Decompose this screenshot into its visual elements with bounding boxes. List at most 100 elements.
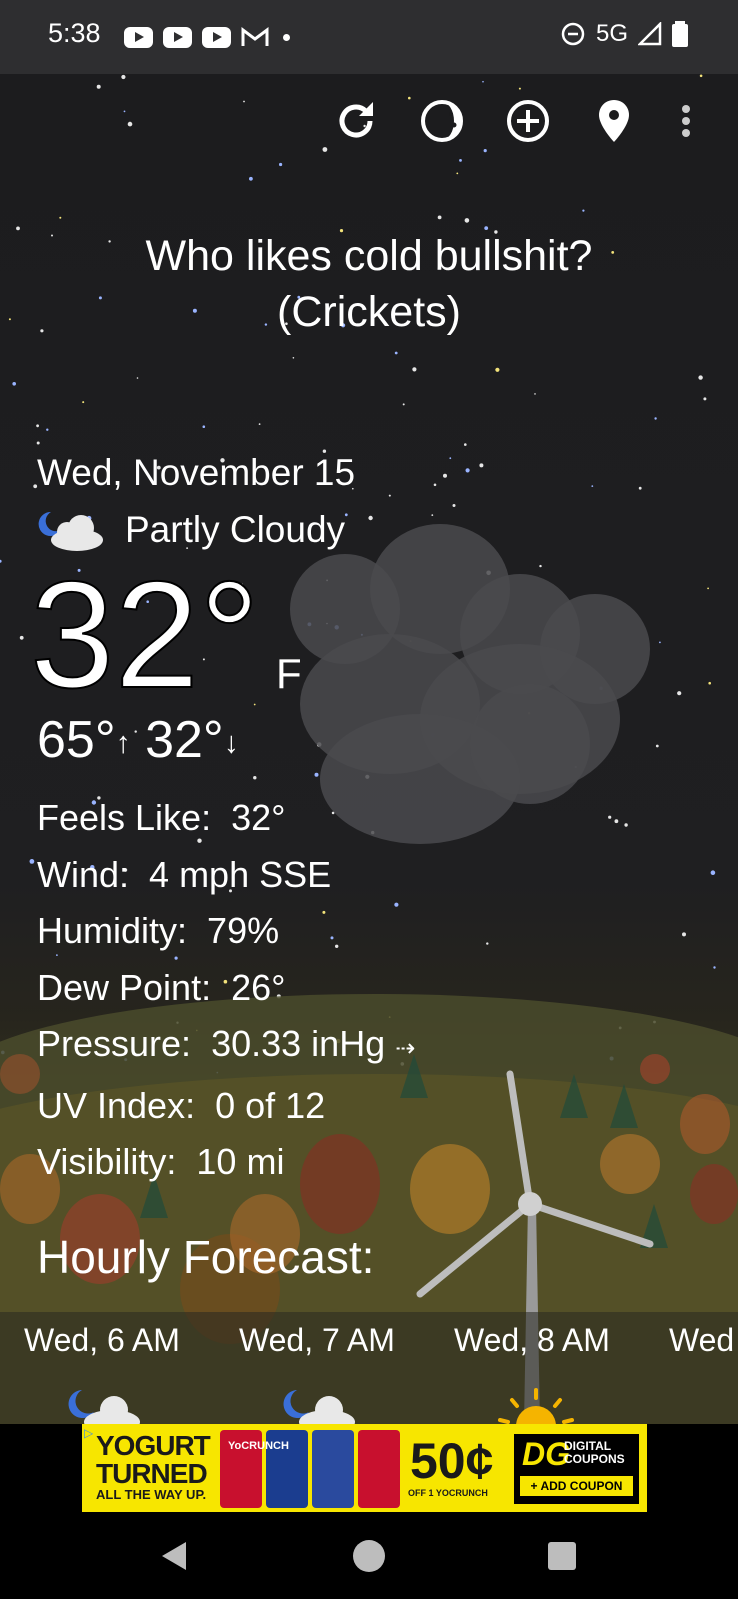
star [659,641,661,644]
current-temperature: 32° [29,550,261,720]
notification-icons [124,26,290,48]
star [452,504,456,507]
battery-icon [672,21,688,47]
star [465,468,470,473]
current-condition: Partly Cloudy [37,508,345,552]
ad-headline: YOGURT TURNED ALL THE WAY UP. [96,1430,211,1502]
star [36,441,40,445]
hourly-item[interactable]: Wed [669,1322,734,1359]
signal-icon [638,22,662,46]
star [121,74,126,80]
youtube-icon [163,26,192,48]
night-partly-cloudy-icon [283,1390,355,1424]
add-location-button[interactable] [502,95,554,147]
star [82,401,85,404]
star [59,216,62,219]
star [703,397,707,401]
ad-brand-sub: DIGITAL COUPONS [564,1439,625,1466]
star [713,966,716,969]
star [292,357,295,359]
star [123,110,126,113]
star [495,367,500,372]
back-icon[interactable] [158,1539,192,1573]
status-time: 5:38 [48,18,101,48]
star [36,424,39,428]
star [479,463,484,468]
quote-line-1: Who likes cold bullshit? [145,232,593,280]
star [486,942,489,945]
ad-creative[interactable]: ▷ YOGURT TURNED ALL THE WAY UP. YoCRUNCH… [82,1424,647,1512]
recents-icon[interactable] [547,1541,577,1571]
weather-details: Feels Like: 32° Wind: 4 mph SSE Humidity… [37,790,415,1191]
star [431,514,434,516]
hourly-item[interactable]: Wed, 7 AM [239,1322,395,1424]
current-date: Wed, November 15 [37,452,356,493]
night-partly-cloudy-icon [38,511,103,551]
low-temp: 32° [145,711,224,769]
moon-phase-button[interactable] [416,95,468,147]
moon-phase-icon [421,100,463,142]
star [482,80,484,83]
star [582,209,585,212]
star [368,515,373,521]
star [127,121,133,127]
ad-product-label: YoCRUNCH [228,1440,289,1452]
more-vert-icon [682,105,690,137]
detail-uv-index: UV Index: 0 of 12 [37,1084,326,1126]
detail-feels-like: Feels Like: 32° [37,797,286,838]
star [344,513,348,517]
refresh-button[interactable] [330,95,382,147]
star [449,457,452,460]
star [279,162,283,167]
youtube-icon [124,26,153,48]
status-bar: 5:38 5G [0,0,738,74]
home-icon[interactable] [352,1539,386,1573]
star [249,176,253,181]
star [402,403,405,406]
navigation-bar [0,1513,738,1599]
detail-humidity: Humidity: 79% [37,910,280,951]
star [96,84,101,89]
quote-line-2: (Crickets) [277,288,461,336]
more-options-button[interactable] [674,95,698,147]
refresh-icon [339,102,373,138]
star [12,382,16,386]
location-pin-icon [599,100,629,142]
hourly-forecast-strip[interactable]: Wed, 6 AM Wed, 7 AM Wed, 8 AM Wed [0,1312,738,1424]
arrow-up-icon: ↑ [115,726,131,760]
star [654,417,657,420]
star [699,74,703,78]
star [456,172,459,175]
star [253,776,257,780]
condition-text: Partly Cloudy [125,509,346,550]
star [534,393,536,395]
sun-icon [498,1388,574,1424]
star [459,159,462,162]
star [202,425,206,429]
weather-quote: Who likes cold bullshit? (Crickets) [0,228,738,340]
star [624,823,628,827]
toolbar [330,95,698,147]
night-partly-cloudy-icon [68,1390,140,1424]
star [29,859,35,864]
hourly-item[interactable]: Wed, 8 AM [454,1322,610,1424]
high-low: 65°↑ 32°↓ [37,710,239,770]
star [464,218,470,223]
ad-discount: 50¢ [410,1433,494,1489]
star [677,691,682,696]
star [46,428,49,431]
hourly-item[interactable]: Wed, 6 AM [24,1322,180,1424]
star [614,819,619,824]
ad-banner[interactable]: ▷ YOGURT TURNED ALL THE WAY UP. YoCRUNCH… [0,1424,738,1513]
arrow-right-icon: ⇢ [395,1035,416,1062]
star [710,870,716,875]
star [394,351,398,355]
ad-cta-button[interactable]: + ADD COUPON [520,1476,633,1496]
star [443,473,447,478]
detail-dew-point: Dew Point: 26° [37,966,286,1008]
location-button[interactable] [588,95,640,147]
dot-icon [283,33,290,41]
ad-brand: DG [522,1436,570,1472]
arrow-down-icon: ↓ [223,726,239,760]
star [464,443,467,446]
